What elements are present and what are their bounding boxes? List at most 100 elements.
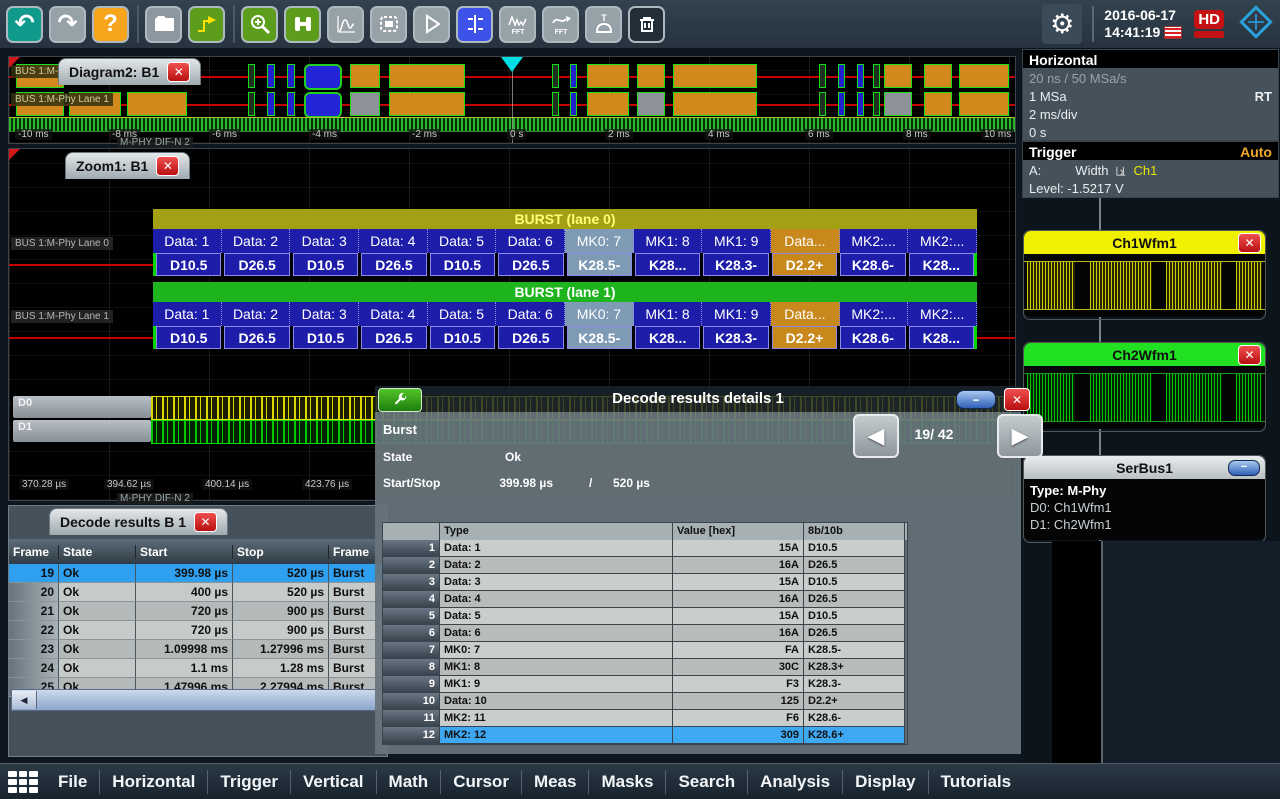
- burst-cell-type[interactable]: Data: 4: [359, 229, 428, 253]
- burst-cell-value[interactable]: K28.6-: [840, 326, 905, 349]
- diagram2-panel[interactable]: Diagram2: B1 ✕ BUS 1:M- BUS 1:M-Phy Lane…: [8, 56, 1016, 144]
- fft-icon[interactable]: FFT: [499, 6, 536, 43]
- fft-arrow-icon[interactable]: FFT: [542, 6, 579, 43]
- bus-frame-block[interactable]: [127, 92, 187, 116]
- burst-cell-value[interactable]: D26.5: [224, 326, 289, 349]
- burst-cell-type[interactable]: Data: 5: [428, 302, 497, 326]
- menu-item-trigger[interactable]: Trigger: [208, 770, 291, 794]
- burst-cell-value[interactable]: D10.5: [430, 326, 495, 349]
- menu-item-display[interactable]: Display: [843, 770, 928, 794]
- menu-item-meas[interactable]: Meas: [522, 770, 590, 794]
- datetime-display[interactable]: 2016-06-17 14:41:19: [1104, 7, 1182, 41]
- menu-item-analysis[interactable]: Analysis: [748, 770, 843, 794]
- bus-frame-block[interactable]: [552, 92, 559, 116]
- bus-frame-block[interactable]: [287, 64, 295, 88]
- burst-cell-value[interactable]: D10.5: [156, 253, 221, 276]
- wrench-settings-icon[interactable]: [378, 388, 422, 412]
- column-header[interactable]: State: [59, 545, 136, 559]
- ch1wfm1-header[interactable]: Ch1Wfm1 ✕: [1024, 231, 1265, 254]
- burst-cell-type[interactable]: MK2:...: [908, 229, 977, 253]
- bus-frame-block[interactable]: [857, 92, 864, 116]
- burst-cell-type[interactable]: Data: 1: [153, 229, 222, 253]
- table-row[interactable]: 8MK1: 830CK28.3+: [383, 659, 907, 676]
- burst-cell-value[interactable]: D10.5: [156, 326, 221, 349]
- column-header[interactable]: Stop: [233, 545, 329, 559]
- close-icon[interactable]: ✕: [194, 512, 217, 532]
- burst-cell-type[interactable]: Data: 2: [222, 229, 291, 253]
- tab-diagram2-b1[interactable]: Diagram2: B1 ✕: [58, 58, 201, 85]
- burst-cell-type[interactable]: Data: 4: [359, 302, 428, 326]
- redo-icon[interactable]: ↷: [49, 6, 86, 43]
- bus-frame-block[interactable]: [389, 64, 465, 88]
- burst-cell-type[interactable]: Data: 5: [428, 229, 497, 253]
- serbus1-header[interactable]: SerBus1 −: [1024, 456, 1265, 479]
- ch2wfm1-header[interactable]: Ch2Wfm1 ✕: [1024, 343, 1265, 366]
- column-header[interactable]: 8b/10b: [804, 523, 905, 540]
- menu-grid-icon[interactable]: [8, 771, 38, 793]
- column-header[interactable]: Value [hex]: [673, 523, 804, 540]
- burst-cell-type[interactable]: Data...: [771, 229, 840, 253]
- bus-frame-block[interactable]: [838, 92, 845, 116]
- decode-results-panel[interactable]: Decode results B 1 ✕ FrameStateStartStop…: [8, 505, 388, 757]
- bus-frame-block[interactable]: [267, 64, 275, 88]
- bus-frame-block[interactable]: [819, 64, 826, 88]
- bus-frame-block[interactable]: [884, 64, 912, 88]
- table-row[interactable]: 22Ok720 µs900 µsBurst: [9, 621, 388, 640]
- horizontal-settings-body[interactable]: 20 ns / 50 MSa/s 1 MSa RT 2 ms/div 0 s: [1022, 68, 1279, 141]
- close-icon[interactable]: ✕: [156, 156, 179, 176]
- decode-results-table[interactable]: FrameStateStartStopFrame 19Ok399.98 µs52…: [9, 539, 388, 697]
- bus-frame-block[interactable]: [248, 92, 255, 116]
- ch1wfm1-panel[interactable]: Ch1Wfm1 ✕: [1023, 230, 1266, 320]
- menu-item-vertical[interactable]: Vertical: [291, 770, 377, 794]
- table-row[interactable]: 6Data: 616AD26.5: [383, 625, 907, 642]
- burst-cell-value[interactable]: D26.5: [361, 253, 426, 276]
- bus-frame-block[interactable]: [959, 64, 1009, 88]
- search-icon[interactable]: [284, 6, 321, 43]
- bus-frame-block[interactable]: [673, 92, 757, 116]
- bus-frame-block[interactable]: [637, 64, 665, 88]
- bus-frame-block[interactable]: [587, 64, 629, 88]
- table-row[interactable]: 24Ok1.1 ms1.28 msBurst: [9, 659, 388, 678]
- bus-frame-block[interactable]: [350, 64, 380, 88]
- minimize-icon[interactable]: −: [1228, 460, 1260, 476]
- burst-cell-value[interactable]: K28.6-: [840, 253, 905, 276]
- burst-cell-type[interactable]: Data: 2: [222, 302, 291, 326]
- burst-cell-value[interactable]: D10.5: [293, 253, 358, 276]
- table-row[interactable]: 1Data: 115AD10.5: [383, 540, 907, 557]
- table-row[interactable]: 12MK2: 12309K28.6+: [383, 727, 907, 744]
- column-header[interactable]: Type: [440, 523, 673, 540]
- trigger-settings-body[interactable]: A: Width Ch1 Level: -1.5217 V: [1022, 160, 1279, 198]
- column-header[interactable]: [383, 523, 440, 540]
- ch2wfm1-panel[interactable]: Ch2Wfm1 ✕: [1023, 342, 1266, 432]
- help-icon[interactable]: ?: [92, 6, 129, 43]
- burst-cell-type[interactable]: MK1: 8: [634, 302, 703, 326]
- menu-item-file[interactable]: File: [46, 770, 100, 794]
- minimize-icon[interactable]: −: [956, 390, 996, 409]
- bus-frame-block[interactable]: [838, 64, 845, 88]
- bus-frame-block[interactable]: [924, 92, 952, 116]
- delete-icon[interactable]: [628, 6, 665, 43]
- menu-item-tutorials[interactable]: Tutorials: [929, 770, 1024, 794]
- bus-frame-block[interactable]: [570, 64, 577, 88]
- bus-frame-block[interactable]: [587, 92, 629, 116]
- burst-cell-type[interactable]: Data: 6: [496, 229, 565, 253]
- burst-cell-type[interactable]: MK2:...: [840, 229, 909, 253]
- close-icon[interactable]: ✕: [1238, 345, 1261, 365]
- bus-frame-block[interactable]: [959, 92, 1009, 116]
- burst-cell-value[interactable]: D10.5: [430, 253, 495, 276]
- bus-frame-block[interactable]: [924, 64, 952, 88]
- serbus1-panel[interactable]: SerBus1 − Type: M-Phy D0: Ch1Wfm1 D1: Ch…: [1023, 455, 1266, 543]
- burst-cell-type[interactable]: MK1: 9: [702, 302, 771, 326]
- bus-frame-block[interactable]: [570, 92, 577, 116]
- menu-item-search[interactable]: Search: [666, 770, 748, 794]
- bus-frame-block[interactable]: [873, 92, 880, 116]
- bus-frame-block[interactable]: [287, 92, 295, 116]
- table-row[interactable]: 3Data: 315AD10.5: [383, 574, 907, 591]
- burst-cell-type[interactable]: Data: 6: [496, 302, 565, 326]
- mask-icon[interactable]: [370, 6, 407, 43]
- burst-cell-type[interactable]: MK2:...: [840, 302, 909, 326]
- table-row[interactable]: 21Ok720 µs900 µsBurst: [9, 602, 388, 621]
- table-row[interactable]: 11MK2: 11F6K28.6-: [383, 710, 907, 727]
- bus-frame-block[interactable]: [857, 64, 864, 88]
- tab-decode-results-b1[interactable]: Decode results B 1 ✕: [49, 508, 228, 535]
